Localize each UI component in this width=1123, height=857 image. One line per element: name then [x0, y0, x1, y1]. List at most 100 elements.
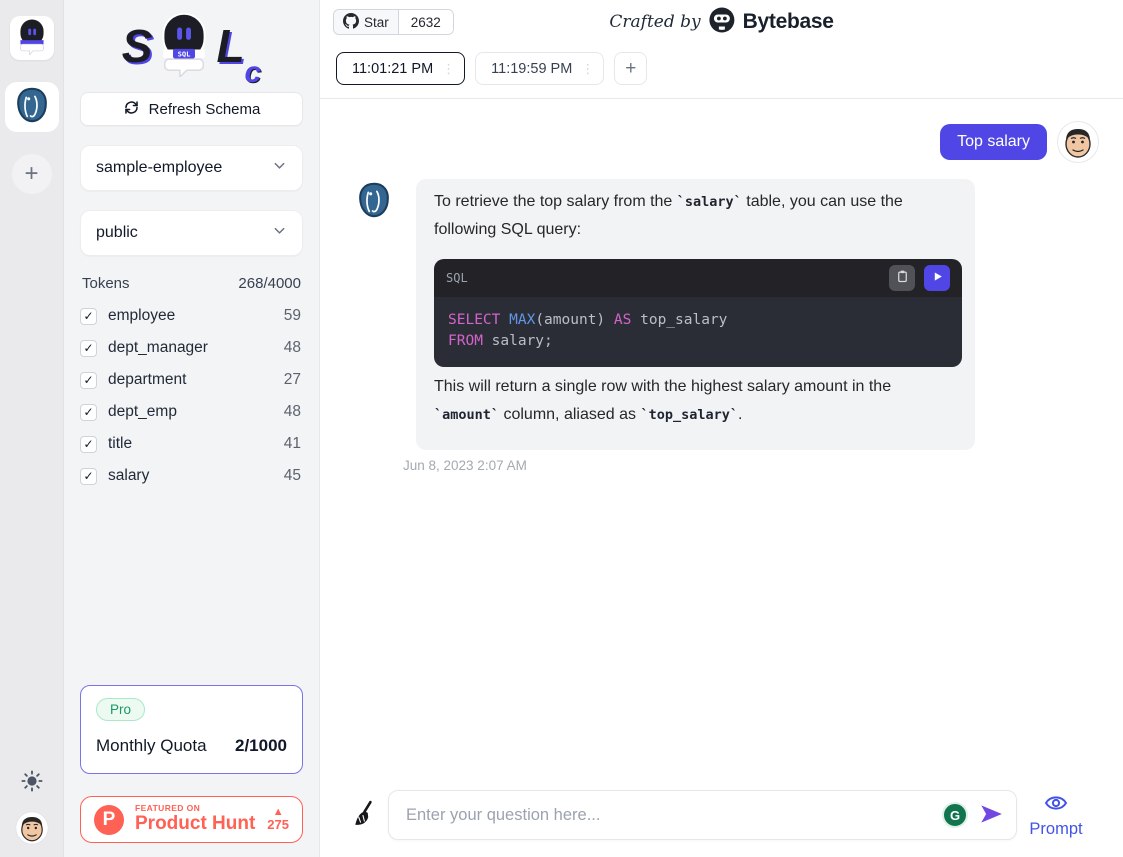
play-icon: [931, 270, 944, 286]
assistant-paragraph: This will return a single row with the h…: [434, 373, 957, 429]
star-count: 2632: [399, 10, 453, 34]
user-message-row: Top salary: [355, 121, 1099, 163]
sql-code-block: SQL: [434, 259, 962, 367]
tokens-summary: Tokens 268/4000: [82, 275, 301, 292]
table-checkbox[interactable]: ✓: [80, 404, 97, 421]
copy-code-button[interactable]: [889, 265, 915, 291]
question-input[interactable]: [404, 805, 942, 826]
table-row-salary: ✓ salary 45: [80, 460, 303, 492]
table-checkbox[interactable]: ✓: [80, 372, 97, 389]
quota-value: 2/1000: [235, 736, 287, 756]
grammarly-icon[interactable]: G: [942, 802, 968, 828]
schema-select[interactable]: public: [80, 210, 303, 256]
star-label: Star: [364, 15, 389, 30]
code-block-header: SQL: [434, 259, 962, 297]
brand-name: Bytebase: [743, 10, 834, 34]
table-checkbox[interactable]: ✓: [80, 468, 97, 485]
main-header: Star 2632 Crafted by Bytebase: [320, 0, 1123, 44]
clipboard-icon: [895, 269, 910, 287]
product-hunt-badge[interactable]: P FEATURED ON Product Hunt ▲ 275: [80, 796, 303, 843]
table-checkbox[interactable]: ✓: [80, 436, 97, 453]
eye-icon: [1044, 792, 1068, 819]
user-avatar: [1057, 121, 1099, 163]
run-query-button[interactable]: [924, 265, 950, 291]
code-block-body[interactable]: SELECT MAX(amount) AS top_salaryFROM sal…: [434, 297, 962, 367]
refresh-icon: [123, 99, 140, 120]
prompt-label: Prompt: [1029, 820, 1082, 839]
assistant-avatar-postgresql-icon: [355, 181, 393, 219]
tab-label: 11:01:21 PM: [352, 61, 433, 77]
table-row-department: ✓ department 27: [80, 364, 303, 396]
conversation-item-postgres[interactable]: [5, 82, 59, 132]
database-select-value: sample-employee: [96, 159, 222, 177]
quota-card[interactable]: Pro Monthly Quota 2/1000: [80, 685, 303, 774]
user-account-avatar[interactable]: [15, 811, 49, 845]
product-hunt-text: FEATURED ON Product Hunt: [135, 804, 255, 834]
table-checkbox[interactable]: ✓: [80, 340, 97, 357]
upvote-count: ▲ 275: [267, 806, 289, 832]
plus-icon: +: [625, 58, 636, 80]
table-name: department: [108, 371, 186, 389]
table-checkbox[interactable]: ✓: [80, 308, 97, 325]
broom-icon: [352, 800, 378, 831]
chat-area: Top salary: [320, 99, 1123, 790]
logo-letter-l: L: [216, 23, 244, 69]
upvote-value: 275: [267, 818, 289, 832]
github-star-button[interactable]: Star 2632: [333, 9, 454, 35]
tab-conversation-1[interactable]: 11:01:21 PM ⋮: [336, 52, 465, 85]
user-message-bubble: Top salary: [940, 124, 1047, 160]
table-token-count: 48: [284, 339, 301, 357]
table-row-dept-manager: ✓ dept_manager 48: [80, 332, 303, 364]
table-row-dept-emp: ✓ dept_emp 48: [80, 396, 303, 428]
sqlchat-mascot-icon: [15, 17, 49, 60]
crafted-by-brand[interactable]: Crafted by Bytebase: [609, 0, 833, 44]
clear-conversation-button[interactable]: [350, 800, 380, 831]
refresh-schema-button[interactable]: Refresh Schema: [80, 92, 303, 126]
tab-label: 11:19:59 PM: [491, 61, 572, 77]
star-segment: Star: [334, 10, 399, 34]
conversation-tab-bar: 11:01:21 PM ⋮ 11:19:59 PM ⋮ +: [320, 44, 1123, 99]
sun-icon: [21, 779, 43, 796]
table-name: dept_emp: [108, 403, 177, 421]
send-button[interactable]: [978, 801, 1004, 830]
schema-sidebar: S SQL L c Refresh Schema: [64, 0, 320, 857]
chevron-down-icon: [272, 223, 287, 243]
add-tab-button[interactable]: +: [614, 52, 647, 85]
github-icon: [343, 13, 359, 32]
conversation-rail: +: [0, 0, 64, 857]
table-name: employee: [108, 307, 175, 325]
kebab-menu-icon[interactable]: ⋮: [442, 61, 455, 77]
plus-icon: +: [24, 160, 38, 188]
sqlchat-logo: S SQL L c: [80, 0, 303, 92]
theme-toggle-button[interactable]: [21, 770, 43, 797]
sidebar-spacer: [80, 492, 303, 685]
product-hunt-logo-icon: P: [94, 805, 124, 835]
logo-mascot-icon: SQL: [156, 11, 212, 82]
kebab-menu-icon[interactable]: ⋮: [581, 61, 594, 77]
tokens-label: Tokens: [82, 275, 130, 292]
chevron-down-icon: [272, 158, 287, 178]
tokens-value: 268/4000: [238, 275, 301, 292]
logo-letter-s: S: [122, 23, 153, 69]
table-token-count: 41: [284, 435, 301, 453]
table-token-count: 27: [284, 371, 301, 389]
postgresql-icon: [13, 86, 51, 129]
assistant-paragraph: To retrieve the top salary from the `sal…: [434, 188, 957, 244]
refresh-schema-label: Refresh Schema: [149, 101, 261, 118]
tab-conversation-2[interactable]: 11:19:59 PM ⋮: [475, 52, 604, 85]
table-name: dept_manager: [108, 339, 208, 357]
database-select[interactable]: sample-employee: [80, 145, 303, 191]
main-panel: Star 2632 Crafted by Bytebase 11:01:21 P…: [320, 0, 1123, 857]
table-token-count: 59: [284, 307, 301, 325]
sqlchat-bot-button[interactable]: [10, 16, 54, 60]
code-language-label: SQL: [446, 268, 468, 289]
send-icon: [978, 801, 1004, 830]
prompt-button[interactable]: Prompt: [1027, 792, 1085, 839]
assistant-message-bubble: To retrieve the top salary from the `sal…: [416, 179, 975, 450]
table-name: salary: [108, 467, 149, 485]
new-conversation-button[interactable]: +: [12, 154, 52, 194]
crafted-by-label: Crafted by: [609, 12, 700, 32]
question-input-container: G: [388, 790, 1017, 840]
pro-badge: Pro: [96, 698, 145, 721]
table-row-employee: ✓ employee 59: [80, 300, 303, 332]
